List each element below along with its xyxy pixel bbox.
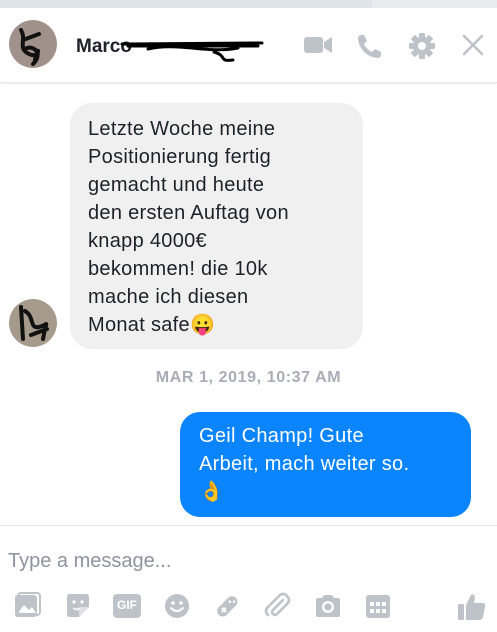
phone-icon[interactable] xyxy=(356,32,384,60)
ok-hand-emoji-icon: 👌 xyxy=(199,481,225,503)
gear-icon[interactable] xyxy=(408,32,436,60)
name-redaction-scribble xyxy=(120,41,264,62)
tongue-emoji-icon: 😛 xyxy=(189,314,216,336)
photo-icon[interactable] xyxy=(12,591,42,621)
message-timestamp: MAR 1, 2019, 10:37 AM xyxy=(155,369,342,386)
gif-icon[interactable]: GIF xyxy=(112,591,142,621)
sender-avatar[interactable] xyxy=(9,299,57,347)
camera-icon[interactable] xyxy=(313,591,343,621)
attach-icon[interactable] xyxy=(262,591,292,621)
gif-label: GIF xyxy=(117,598,137,612)
outgoing-message-bubble: Geil Champ! Gute Arbeit, mach weiter so.… xyxy=(180,412,471,517)
contact-avatar[interactable] xyxy=(9,20,57,68)
incoming-message-bubble: Letzte Woche meine Positionierung fertig… xyxy=(70,103,363,349)
chat-window: Marco Letzte Woche meine Positionierung … xyxy=(0,0,497,632)
plan-calendar-icon[interactable] xyxy=(363,591,393,621)
window-top-strip xyxy=(0,0,497,8)
chat-header: Marco xyxy=(0,8,497,83)
sticker-icon[interactable] xyxy=(63,591,93,621)
composer-divider xyxy=(0,525,497,526)
like-icon[interactable] xyxy=(456,591,486,621)
game-icon[interactable] xyxy=(212,591,242,621)
incoming-message-text: Letzte Woche meine Positionierung fertig… xyxy=(88,118,289,336)
video-call-icon[interactable] xyxy=(303,32,333,58)
emoji-icon[interactable] xyxy=(162,591,192,621)
outgoing-message-text: Geil Champ! Gute Arbeit, mach weiter so.… xyxy=(199,422,464,506)
close-icon[interactable] xyxy=(460,32,486,58)
message-input[interactable] xyxy=(8,544,478,578)
